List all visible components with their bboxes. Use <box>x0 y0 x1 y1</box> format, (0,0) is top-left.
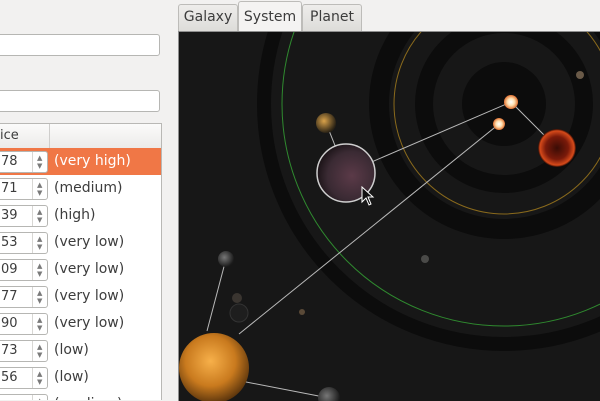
asteroid[interactable] <box>299 309 305 315</box>
spin-value: 09 <box>1 262 18 277</box>
small-gold-moon[interactable] <box>316 113 336 133</box>
dark-moon[interactable] <box>229 303 249 323</box>
filter-field[interactable] <box>0 90 160 112</box>
inner-orbit-disc <box>462 62 546 146</box>
tab-galaxy[interactable]: Galaxy <box>178 4 238 31</box>
level-label: (very low) <box>54 234 125 250</box>
value-spinbutton[interactable]: 56 ▲ ▼ <box>0 367 48 389</box>
value-spinbutton[interactable]: 90 ▲ ▼ <box>0 313 48 335</box>
spin-down-icon[interactable]: ▼ <box>37 379 42 386</box>
value-spinbutton[interactable]: 78 ▲ ▼ <box>0 151 48 173</box>
table-row[interactable]: 39 ▲ ▼ (high) <box>0 202 161 229</box>
spin-buttons[interactable]: ▲▼ <box>32 206 47 226</box>
spin-value: 71 <box>1 181 18 196</box>
spin-up-icon[interactable]: ▲ <box>37 182 42 189</box>
spin-up-icon[interactable]: ▲ <box>37 317 42 324</box>
table-row[interactable]: 53 ▲ ▼ (very low) <box>0 229 161 256</box>
spin-value: 90 <box>1 316 18 331</box>
name-field[interactable] <box>0 34 160 56</box>
table-row[interactable]: 78 ▲ ▼ (very high) <box>0 148 161 175</box>
value-spinbutton[interactable]: 71 ▲ ▼ <box>0 178 48 200</box>
spin-value: 73 <box>1 343 18 358</box>
left-panel: ice 78 ▲ ▼ (very high) 71 ▲ ▼ (medium) 39 ▲ ▼ (high… <box>0 0 168 400</box>
table-row[interactable]: ▲▼ (medium) <box>0 391 161 400</box>
spin-down-icon[interactable]: ▼ <box>37 352 42 359</box>
spin-down-icon[interactable]: ▼ <box>37 271 42 278</box>
spin-buttons[interactable]: ▲▼ <box>32 233 47 253</box>
grey-moon[interactable] <box>218 251 234 267</box>
spin-buttons[interactable]: ▲▼ <box>32 341 47 361</box>
value-spinbutton[interactable]: 09 ▲ ▼ <box>0 259 48 281</box>
tab-system[interactable]: System <box>238 1 302 32</box>
spin-buttons[interactable]: ▲▼ <box>32 152 47 172</box>
value-spinbutton[interactable]: 73 ▲ ▼ <box>0 340 48 362</box>
spin-down-icon[interactable]: ▼ <box>37 190 42 197</box>
spin-value: 56 <box>1 370 18 385</box>
system-view[interactable] <box>178 31 600 401</box>
spin-value: 53 <box>1 235 18 250</box>
spin-buttons[interactable]: ▲▼ <box>32 395 47 400</box>
value-spinbutton[interactable]: 77 ▲ ▼ <box>0 286 48 308</box>
level-label: (medium) <box>54 180 123 196</box>
column-header-value[interactable]: ice <box>0 124 50 148</box>
spin-buttons[interactable]: ▲▼ <box>32 368 47 388</box>
spin-value: 78 <box>1 154 18 169</box>
spin-down-icon[interactable]: ▼ <box>37 325 42 332</box>
asteroid[interactable] <box>232 293 242 303</box>
level-label: (medium) <box>54 396 122 400</box>
table-row[interactable]: 56 ▲ ▼ (low) <box>0 364 161 391</box>
table-header: ice <box>0 124 161 149</box>
spin-value: 39 <box>1 208 18 223</box>
level-label: (high) <box>54 207 96 223</box>
level-label: (very high) <box>54 153 131 169</box>
value-spinbutton[interactable]: 53 ▲ ▼ <box>0 232 48 254</box>
bottom-moon[interactable] <box>318 387 340 401</box>
spin-down-icon[interactable]: ▼ <box>37 298 42 305</box>
level-label: (low) <box>54 369 89 385</box>
table-row[interactable]: 71 ▲ ▼ (medium) <box>0 175 161 202</box>
spin-buttons[interactable]: ▲▼ <box>32 314 47 334</box>
table-row[interactable]: 90 ▲ ▼ (very low) <box>0 310 161 337</box>
level-label: (very low) <box>54 315 125 331</box>
level-label: (very low) <box>54 261 125 277</box>
lava-planet[interactable] <box>538 129 576 167</box>
spin-buttons[interactable]: ▲▼ <box>32 179 47 199</box>
spin-value: 77 <box>1 289 18 304</box>
system-map[interactable] <box>179 32 600 401</box>
table-row[interactable]: 09 ▲ ▼ (very low) <box>0 256 161 283</box>
spin-up-icon[interactable]: ▲ <box>37 344 42 351</box>
view-tabs: Galaxy System Planet <box>168 0 600 32</box>
spin-down-icon[interactable]: ▼ <box>37 244 42 251</box>
companion-star[interactable] <box>493 118 505 130</box>
spin-buttons[interactable]: ▲▼ <box>32 287 47 307</box>
level-label: (very low) <box>54 288 125 304</box>
table-row[interactable]: 77 ▲ ▼ (very low) <box>0 283 161 310</box>
spin-up-icon[interactable]: ▲ <box>37 155 42 162</box>
gas-giant-planet[interactable] <box>179 333 249 401</box>
spin-up-icon[interactable]: ▲ <box>37 236 42 243</box>
value-spinbutton[interactable]: 39 ▲ ▼ <box>0 205 48 227</box>
spin-up-icon[interactable]: ▲ <box>37 290 42 297</box>
spin-up-icon[interactable]: ▲ <box>37 371 42 378</box>
spin-down-icon[interactable]: ▼ <box>37 163 42 170</box>
spin-buttons[interactable]: ▲▼ <box>32 260 47 280</box>
value-spinbutton[interactable]: ▲▼ <box>0 394 48 400</box>
column-header-level[interactable] <box>51 124 161 148</box>
tab-planet[interactable]: Planet <box>302 4 362 31</box>
spin-down-icon[interactable]: ▼ <box>37 217 42 224</box>
spin-up-icon[interactable]: ▲ <box>37 263 42 270</box>
table-row[interactable]: 73 ▲ ▼ (low) <box>0 337 161 364</box>
asteroid[interactable] <box>421 255 429 263</box>
primary-star[interactable] <box>504 95 518 109</box>
level-label: (low) <box>54 342 89 358</box>
spin-up-icon[interactable]: ▲ <box>37 209 42 216</box>
asteroid[interactable] <box>576 71 584 79</box>
resource-table: ice 78 ▲ ▼ (very high) 71 ▲ ▼ (medium) 39 ▲ ▼ (high… <box>0 123 162 400</box>
